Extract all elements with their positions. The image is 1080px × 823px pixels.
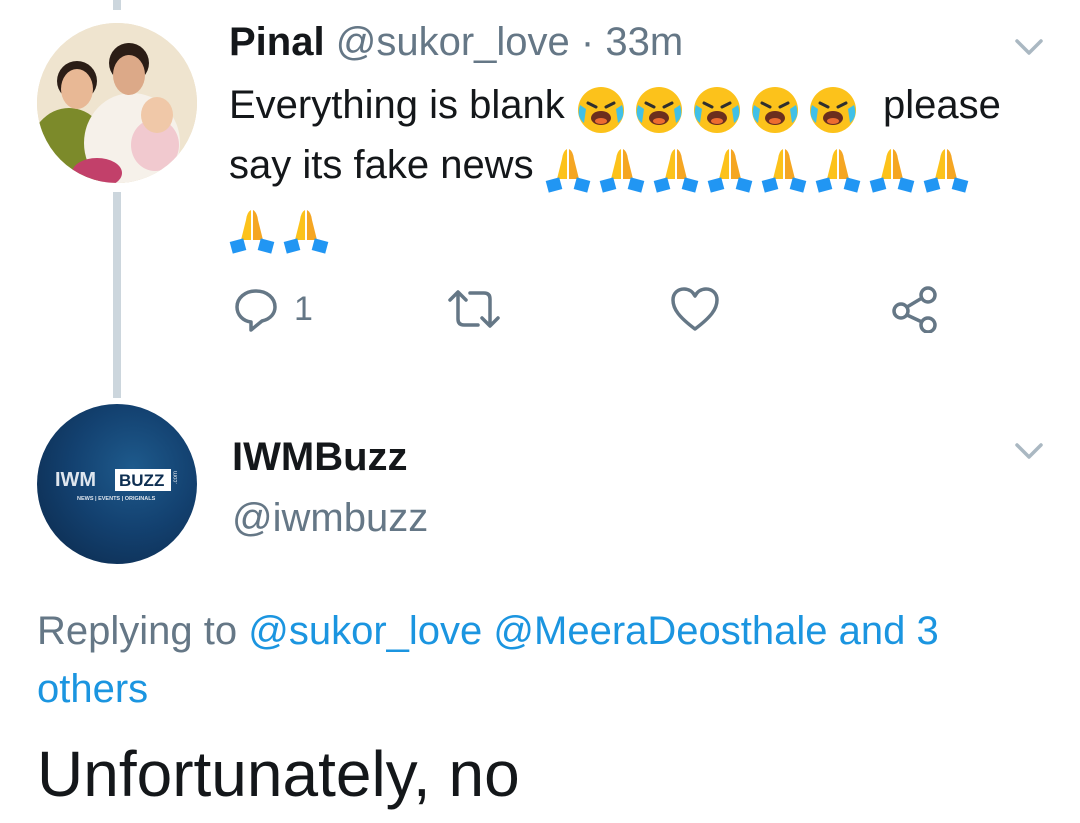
svg-text:BUZZ: BUZZ (119, 471, 164, 490)
display-name[interactable]: IWMBuzz (232, 433, 408, 481)
thread-connector-top (113, 0, 121, 10)
replying-to: Replying to @sukor_love @MeeraDeosthale … (37, 602, 1047, 718)
tweet-text: Unfortunately, no (37, 738, 520, 810)
timestamp[interactable]: 33m (605, 20, 683, 64)
avatar[interactable] (37, 23, 197, 183)
others-link[interactable]: others (37, 667, 148, 711)
retweet-icon (448, 290, 500, 328)
retweet-button[interactable] (446, 284, 502, 334)
folded-hands-sequence (545, 139, 975, 197)
like-button[interactable] (669, 284, 721, 334)
reply-count: 1 (294, 289, 313, 328)
avatar[interactable]: IWM BUZZ .com NEWS | EVENTS | ORIGINALS (37, 404, 197, 564)
tweet-text-part: please (882, 83, 1001, 127)
svg-text:NEWS | EVENTS | ORIGINALS: NEWS | EVENTS | ORIGINALS (77, 496, 156, 502)
reply-icon (235, 289, 277, 332)
tweet-actions: 1 (0, 284, 1080, 334)
user-handle[interactable]: @iwmbuzz (232, 494, 428, 542)
folded-hands-emoji (545, 149, 969, 193)
crying-face-emoji (576, 85, 858, 135)
svg-text:IWM: IWM (55, 469, 96, 491)
svg-text:.com: .com (173, 471, 179, 484)
tweet-header: Pinal @sukor_love · 33m (229, 18, 683, 66)
brand-logo: IWM BUZZ .com NEWS | EVENTS | ORIGINALS (55, 469, 179, 502)
mention-link[interactable]: @MeeraDeosthale (493, 609, 827, 653)
tweet-text-part: Everything is blank (229, 83, 565, 127)
reply-button[interactable]: 1 (232, 284, 313, 334)
chevron-down-icon[interactable] (1014, 442, 1044, 460)
user-handle[interactable]: @sukor_love (336, 20, 570, 64)
replying-prefix: Replying to (37, 609, 238, 653)
tweet-text-part: say its fake news (229, 143, 534, 188)
crying-emoji-sequence (576, 78, 872, 136)
chevron-down-icon[interactable] (1014, 38, 1044, 56)
tweet-text: Everything is blank please say its fake … (229, 76, 1049, 257)
share-button[interactable] (890, 284, 940, 334)
folded-hands-sequence (229, 199, 339, 257)
like-icon (671, 287, 719, 331)
mention-link[interactable]: @sukor_love (248, 609, 482, 653)
share-icon (892, 286, 937, 333)
folded-hands-emoji (229, 209, 329, 254)
display-name[interactable]: Pinal (229, 20, 325, 64)
separator-dot: · (580, 20, 595, 64)
profile-photo-icon (37, 23, 197, 183)
others-link[interactable]: and 3 (839, 609, 939, 653)
